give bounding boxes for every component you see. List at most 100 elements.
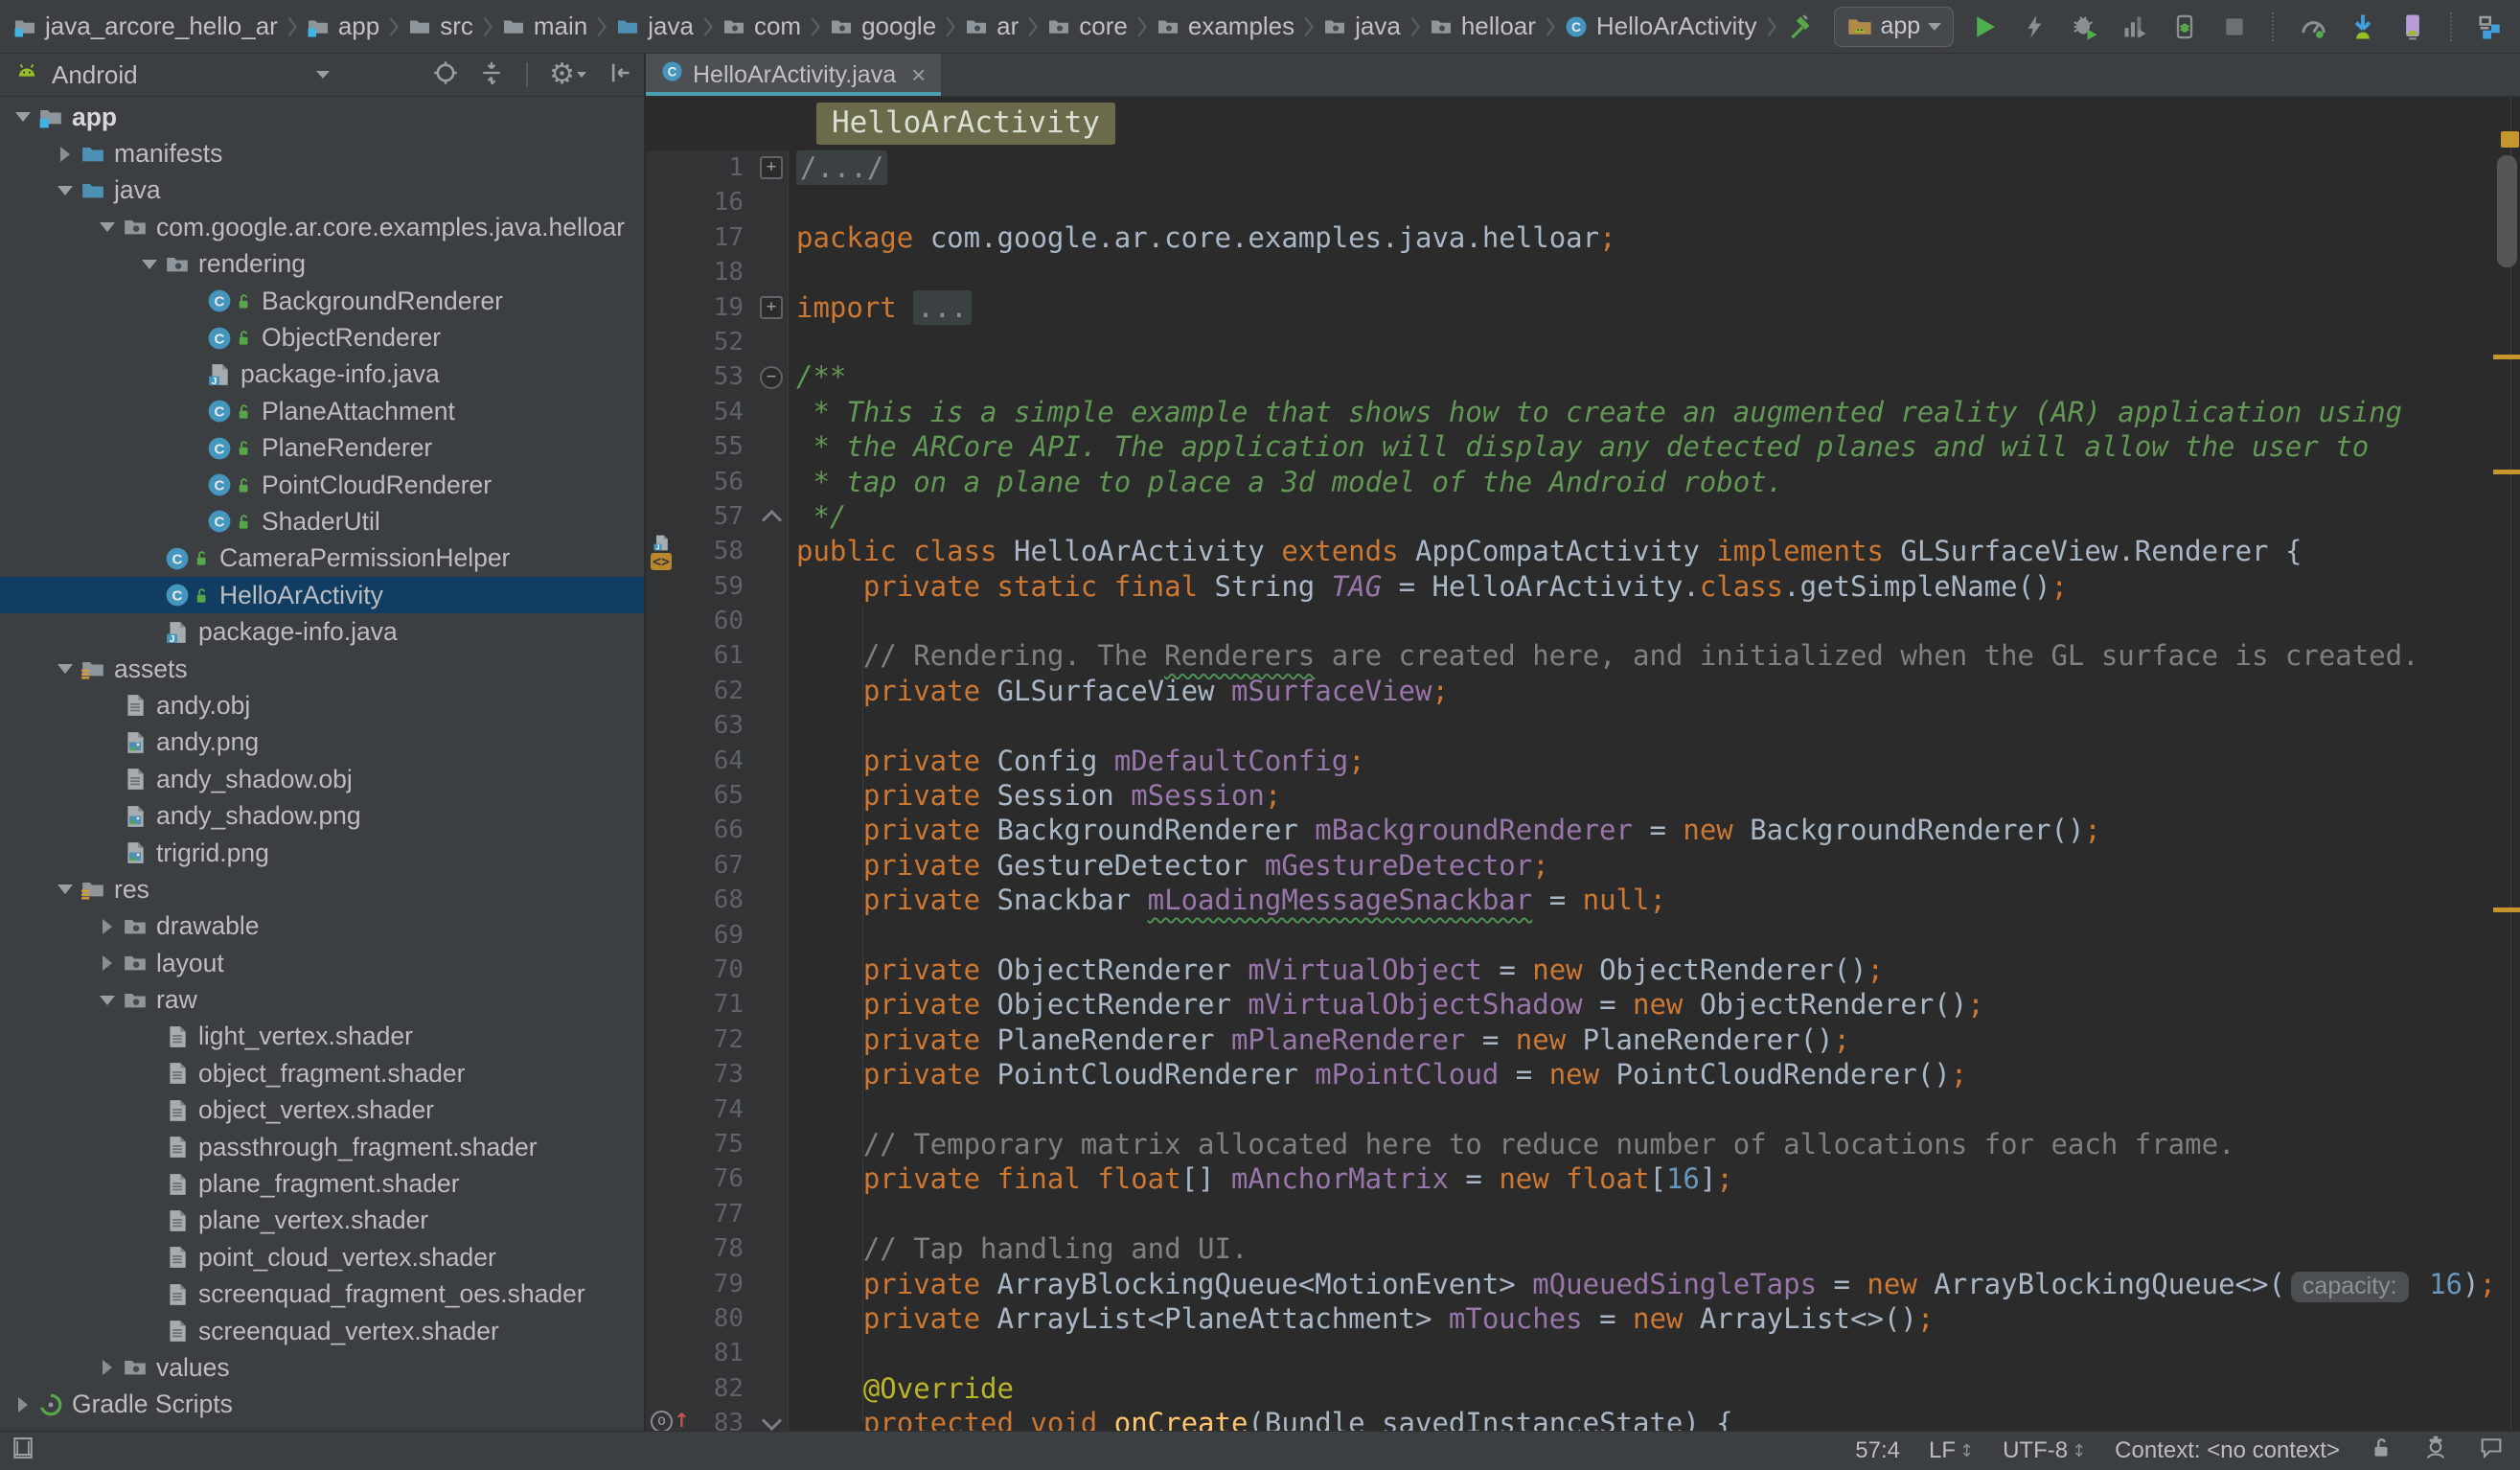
line-number[interactable]: 66 [646,813,755,847]
line-number[interactable]: 63 [646,708,755,743]
fold-end-icon[interactable] [761,509,781,529]
tree-item-helloaractivity[interactable]: CHelloArActivity [0,577,644,613]
stop-icon[interactable] [2216,9,2253,45]
hide-panel-icon[interactable] [606,59,632,91]
breadcrumb-item-java-arcore-hello-ar[interactable]: java_arcore_hello_ar [13,11,278,41]
expand-arrow-icon[interactable] [18,1397,28,1413]
gutter[interactable]: 52 [646,325,789,359]
breadcrumb-item-main[interactable]: main [502,11,587,41]
tree-item-com-google-ar-core-examples-java-helloar[interactable]: com.google.ar.core.examples.java.helloar [0,209,644,245]
gutter[interactable]: 53− [646,359,789,394]
breadcrumb-item-src[interactable]: src [408,11,473,41]
lock-icon[interactable] [2369,1436,2394,1467]
line-number[interactable]: 60 [646,604,755,638]
line-number[interactable]: 81 [646,1336,755,1370]
related-xml-icon[interactable]: <> [651,553,672,570]
line-number[interactable]: 61 [646,638,755,673]
tree-item-object-fragment-shader[interactable]: object_fragment.shader [0,1055,644,1091]
line-number[interactable]: 65 [646,778,755,813]
tab-helloaractivity-java[interactable]: C HelloArActivity.java × [646,54,941,96]
tree-item-planeattachment[interactable]: CPlaneAttachment [0,393,644,429]
gutter[interactable]: 57 [646,499,789,534]
line-separator-selector[interactable]: LF↕ [1929,1437,1974,1464]
line-number[interactable]: 55 [646,429,755,464]
tree-item-andy-shadow-obj[interactable]: andy_shadow.obj [0,761,644,797]
gutter[interactable]: 56 [646,465,789,499]
line-number[interactable]: 77 [646,1197,755,1231]
line-number[interactable]: 54 [646,395,755,429]
gutter[interactable]: 65 [646,778,789,813]
gutter[interactable]: 74 [646,1092,789,1127]
tree-item-rendering[interactable]: rendering [0,246,644,283]
tree-item-app[interactable]: app [0,99,644,135]
tree-item-assets[interactable]: assets [0,651,644,687]
tree-item-java[interactable]: java [0,172,644,209]
override-method-icon[interactable]: o↑ [651,1411,690,1431]
tree-item-manifests[interactable]: manifests [0,135,644,172]
tree-item-object-vertex-shader[interactable]: object_vertex.shader [0,1092,644,1129]
tree-item-package-info-java[interactable]: Jpackage-info.java [0,356,644,393]
gutter[interactable]: 1+ [646,150,789,185]
line-number[interactable]: 71 [646,987,755,1022]
tree-item-andy-obj[interactable]: andy.obj [0,687,644,724]
collapse-arrow-icon[interactable] [57,186,73,195]
line-number[interactable]: 53 [646,359,755,394]
gutter[interactable]: 60 [646,604,789,638]
caret-position[interactable]: 57:4 [1855,1437,1900,1464]
apply-changes-icon[interactable] [2017,9,2053,45]
line-number[interactable]: 79 [646,1267,755,1301]
gutter[interactable]: 54 [646,395,789,429]
gutter[interactable]: 55 [646,429,789,464]
line-number[interactable]: 52 [646,325,755,359]
tree-item-andy-png[interactable]: andy.png [0,724,644,761]
tree-item-planerenderer[interactable]: CPlaneRenderer [0,430,644,467]
run-icon[interactable] [1967,9,2004,45]
class-file-gutter-icons[interactable]: J<> [651,534,672,570]
breadcrumb-item-examples[interactable]: examples [1157,11,1294,41]
tree-item-pointcloudrenderer[interactable]: CPointCloudRenderer [0,467,644,503]
line-number[interactable]: 82 [646,1371,755,1406]
tree-item-screenquad-fragment-oes-shader[interactable]: screenquad_fragment_oes.shader [0,1276,644,1313]
collapse-arrow-icon[interactable] [142,260,157,269]
line-number[interactable]: 70 [646,953,755,987]
gutter[interactable]: 61 [646,638,789,673]
tree-item-plane-fragment-shader[interactable]: plane_fragment.shader [0,1165,644,1202]
tree-item-point-cloud-vertex-shader[interactable]: point_cloud_vertex.shader [0,1239,644,1275]
gutter[interactable]: 76 [646,1161,789,1196]
gutter[interactable]: 79 [646,1267,789,1301]
line-number[interactable]: 56 [646,465,755,499]
gutter[interactable]: 70 [646,953,789,987]
collapse-arrow-icon[interactable] [100,222,115,232]
project-view-selector[interactable]: Android [13,58,330,92]
tree-item-layout[interactable]: layout [0,945,644,981]
gutter[interactable]: 78 [646,1231,789,1266]
settings-gear-icon[interactable]: ⚙ [549,60,586,89]
collapse-arrow-icon[interactable] [100,996,115,1005]
tree-item-objectrenderer[interactable]: CObjectRenderer [0,319,644,356]
gutter[interactable]: 83o↑ [646,1406,789,1431]
hector-inspector-icon[interactable] [2422,1435,2449,1468]
line-number[interactable]: 59 [646,569,755,604]
line-number[interactable]: 64 [646,744,755,778]
gutter[interactable]: 63 [646,708,789,743]
line-number[interactable]: 74 [646,1092,755,1127]
encoding-selector[interactable]: UTF-8↕ [2003,1437,2086,1464]
tree-item-plane-vertex-shader[interactable]: plane_vertex.shader [0,1203,644,1239]
gutter[interactable]: 77 [646,1197,789,1231]
tree-item-raw[interactable]: raw [0,981,644,1018]
warning-stripe-mark[interactable] [2493,355,2520,359]
collapse-arrow-icon[interactable] [15,112,31,122]
attach-debugger-icon[interactable] [2166,9,2203,45]
line-number[interactable]: 75 [646,1127,755,1161]
line-number[interactable]: 67 [646,848,755,883]
gutter[interactable]: 75 [646,1127,789,1161]
project-structure-icon[interactable] [2473,9,2509,45]
fold-start-icon[interactable] [761,1411,781,1431]
tree-item-trigrid-png[interactable]: trigrid.png [0,835,644,871]
warning-stripe-mark[interactable] [2493,907,2520,912]
tree-item-light-vertex-shader[interactable]: light_vertex.shader [0,1019,644,1055]
device-monitor-icon[interactable] [2295,9,2331,45]
expand-arrow-icon[interactable] [103,1360,112,1375]
breadcrumb-item-com[interactable]: com [722,11,801,41]
context-selector[interactable]: Context: <no context> [2115,1437,2340,1464]
